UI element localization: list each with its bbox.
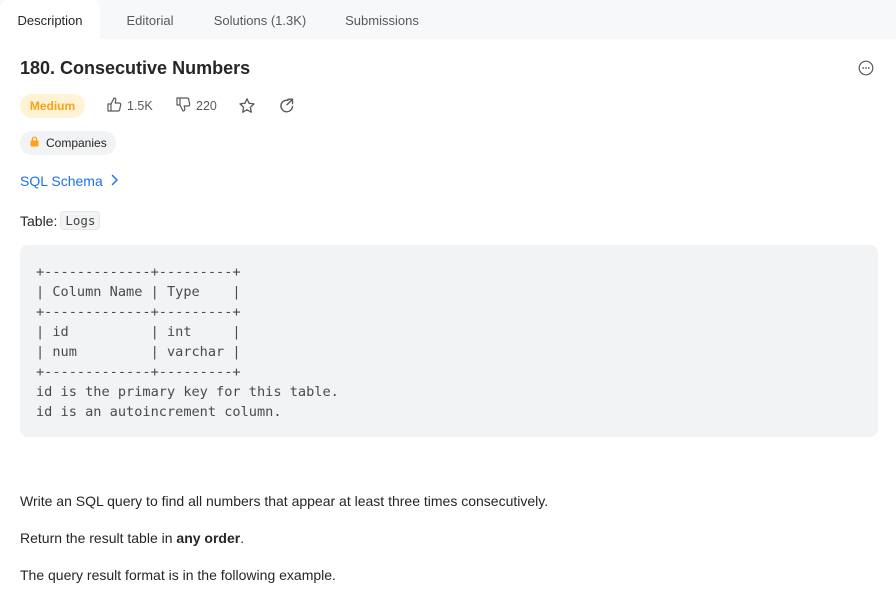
dislikes-count: 220 bbox=[196, 99, 217, 113]
tab-solutions[interactable]: Solutions (1.3K) bbox=[200, 0, 320, 39]
schema-code-block: +-------------+---------+ | Column Name … bbox=[20, 245, 878, 437]
table-prefix: Table: bbox=[20, 212, 58, 229]
table-name-line: Table: Logs bbox=[20, 211, 101, 230]
likes-count: 1.5K bbox=[127, 99, 153, 113]
table-name-code: Logs bbox=[60, 211, 101, 230]
result-order-bold: any order bbox=[176, 530, 241, 546]
more-options-icon[interactable] bbox=[858, 60, 874, 76]
share-icon[interactable] bbox=[278, 97, 296, 120]
like-button[interactable]: 1.5K bbox=[106, 97, 153, 115]
companies-tag[interactable]: Companies bbox=[20, 131, 116, 155]
result-order-text: Return the result table in any order. bbox=[20, 530, 244, 546]
schema-text: +-------------+---------+ | Column Name … bbox=[36, 264, 339, 420]
dislike-button[interactable]: 220 bbox=[175, 97, 217, 115]
result-order-before: Return the result table in bbox=[20, 530, 177, 546]
result-format-text: The query result format is in the follow… bbox=[20, 567, 336, 583]
result-order-after: . bbox=[240, 530, 245, 546]
lock-icon bbox=[29, 136, 46, 150]
tab-editorial[interactable]: Editorial bbox=[110, 0, 190, 39]
problem-title: 180. Consecutive Numbers bbox=[20, 58, 251, 78]
tab-description[interactable]: Description bbox=[0, 0, 100, 39]
thumbs-down-icon bbox=[175, 96, 196, 116]
chevron-right-icon bbox=[103, 173, 119, 189]
tab-submissions[interactable]: Submissions bbox=[330, 0, 434, 39]
sql-schema-label: SQL Schema bbox=[20, 173, 103, 189]
thumbs-up-icon bbox=[106, 96, 127, 116]
difficulty-badge: Medium bbox=[20, 94, 85, 118]
sql-schema-link[interactable]: SQL Schema bbox=[20, 173, 119, 189]
star-icon[interactable] bbox=[238, 97, 256, 120]
tab-bar: Description Editorial Solutions (1.3K) S… bbox=[0, 0, 896, 39]
companies-label: Companies bbox=[46, 136, 107, 150]
problem-statement: Write an SQL query to find all numbers t… bbox=[20, 493, 549, 509]
